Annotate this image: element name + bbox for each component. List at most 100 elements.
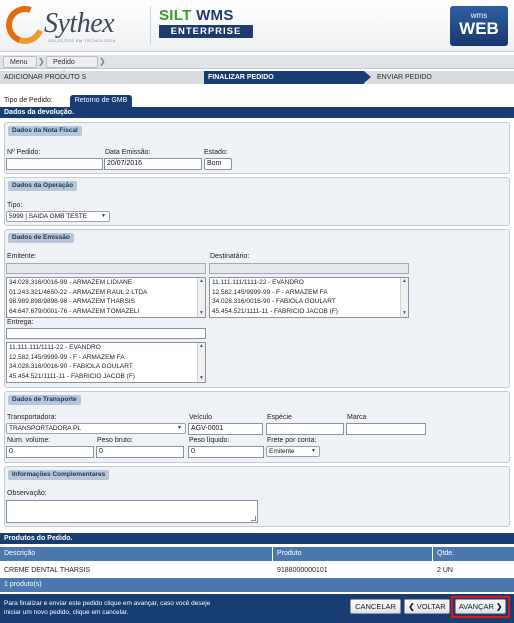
next-button-highlight [451, 596, 510, 618]
cancel-button[interactable]: CANCELAR [350, 599, 401, 614]
panel-operacao: Dados da Operação Tipo: 5999 | SAIDA GMB… [4, 177, 510, 226]
panel-title-operacao: Dados da Operação [8, 181, 78, 191]
frete-select-value: Emitente [269, 448, 295, 455]
list-item[interactable]: 45.454.521/1111-11 - FABRICIO JACOB (F) [7, 372, 205, 382]
chevron-right-icon: ❯ [99, 57, 106, 66]
transportadora-select[interactable]: TRANSPORTADORA PL ▼ [6, 423, 186, 434]
bottom-instructions: Para finalizar e enviar este pedido cliq… [4, 600, 211, 616]
entrega-label: Entrega: [7, 319, 34, 326]
volume-label: Num. volume: [7, 437, 51, 444]
destinatario-filter-input [209, 263, 409, 274]
estado-label: Estado: [204, 149, 228, 156]
list-item[interactable]: 34.028.316/0016-99 - ARMAZEM LIDIANE [7, 278, 205, 288]
peso-bruto-input[interactable]: 0 [96, 446, 184, 458]
cell-produto: 9188000000101 [277, 567, 328, 574]
table-row[interactable]: CREME DENTAL THARSIS 9188000000101 2 UN [0, 565, 514, 576]
enterprise-text: ENTERPRISE [159, 25, 253, 38]
peso-liquido-label: Peso líquido: [189, 437, 230, 444]
scrollbar[interactable]: ▲ ▼ [197, 343, 205, 382]
column-descricao[interactable]: Descrição [0, 547, 273, 561]
destinatario-listbox[interactable]: 11.111.111/1111-22 - EVANDRO 12.582.145/… [209, 277, 409, 318]
frete-select[interactable]: Emitente ▼ [266, 446, 320, 457]
veiculo-input[interactable]: AGV-0001 [188, 423, 263, 435]
chevron-left-icon: ❮ [408, 602, 415, 611]
especie-input[interactable] [266, 423, 344, 435]
list-item[interactable]: 34.028.316/0016-90 - FABIOLA GOULART [210, 297, 408, 307]
estado-select[interactable]: Bom [204, 158, 232, 170]
products-count: 1 produto(s) [0, 578, 514, 592]
scroll-down-icon[interactable]: ▼ [198, 310, 205, 317]
entrega-filter-input[interactable] [6, 328, 206, 339]
step-separator [197, 71, 204, 83]
list-item[interactable]: 34.028.316/0016-90 - FABIOLA GOULART [7, 362, 205, 372]
scroll-down-icon[interactable]: ▼ [401, 310, 408, 317]
data-emissao-input[interactable]: 20/07/2016 [104, 158, 202, 170]
cell-qtde: 2 UN [437, 567, 453, 574]
emitente-listbox[interactable]: 34.028.316/0016-99 - ARMAZEM LIDIANE 01.… [6, 277, 206, 318]
cell-descricao: CREME DENTAL THARSIS [4, 567, 91, 574]
scroll-up-icon[interactable]: ▲ [198, 343, 205, 350]
tab-retorno-gmb[interactable]: Retorno de GMB [70, 95, 132, 107]
especie-label: Espécie [267, 414, 292, 421]
bottom-action-bar: Para finalizar e enviar este pedido cliq… [0, 594, 514, 623]
scroll-up-icon[interactable]: ▲ [198, 278, 205, 285]
app-header: Sythex SOLUÇÕES EM TECNOLOGIA SILT WMS E… [0, 0, 514, 52]
breadcrumb-menu[interactable]: Menu [3, 56, 37, 68]
transportadora-label: Transportadora: [7, 414, 57, 421]
marca-input[interactable] [346, 423, 426, 435]
order-type-tabs: Tipo de Pedido: Retorno de GMB [0, 95, 514, 107]
column-produto[interactable]: Produto [273, 547, 433, 561]
panel-transporte: Dados de Transporte Transportadora: TRAN… [4, 391, 510, 463]
back-button[interactable]: ❮ VOLTAR [404, 599, 450, 614]
frete-label: Frete por conta: [267, 437, 317, 444]
veiculo-label: Veículo [189, 414, 212, 421]
panel-title-transporte: Dados de Transporte [8, 395, 81, 405]
web-big-text: WEB [459, 19, 499, 38]
sythex-tagline: SOLUÇÕES EM TECNOLOGIA [48, 38, 116, 43]
scrollbar[interactable]: ▲ ▼ [400, 278, 408, 317]
sythex-swoosh-icon [0, 0, 51, 51]
emitente-label: Emitente: [7, 253, 37, 260]
list-item[interactable]: 01.243.321/4650-22 - ARMAZEM RAUL 2 LTDA [7, 288, 205, 298]
header-divider [150, 6, 151, 44]
tipo-select[interactable]: 5999 | SAIDA GMB TESTE ▼ [6, 211, 110, 222]
list-item[interactable]: 45.454.521/1111-11 - FABRICIO JACOB (F) [210, 307, 408, 317]
scrollbar[interactable]: ▲ ▼ [197, 278, 205, 317]
volume-input[interactable]: 0 [6, 446, 94, 458]
scroll-down-icon[interactable]: ▼ [198, 375, 205, 382]
list-item[interactable]: 11.111.111/1111-22 - EVANDRO [210, 278, 408, 288]
numero-pedido-input[interactable] [6, 158, 103, 170]
breadcrumb-pedido-online[interactable]: Pedido Online [46, 56, 98, 78]
breadcrumb: Menu ❯ Pedido Online ❯ [0, 55, 514, 78]
dropdown-caret-icon: ▼ [101, 213, 106, 219]
peso-liquido-input[interactable]: 0 [188, 446, 264, 458]
data-emissao-label: Data Emissão: [105, 149, 151, 156]
step-adicionar-produtos: ADICIONAR PRODUTO S [4, 74, 87, 81]
silt-text: SILT [159, 7, 192, 24]
panel-title-complementares: Informações Complementares [8, 470, 110, 480]
dropdown-caret-icon: ▼ [177, 425, 182, 431]
tipo-label: Tipo: [7, 202, 23, 209]
numero-pedido-label: Nº Pedido: [7, 149, 41, 156]
transportadora-select-value: TRANSPORTADORA PL [9, 425, 81, 432]
list-item[interactable]: 11.111.111/1111-22 - EVANDRO [7, 343, 205, 353]
list-item[interactable]: 12.582.145/9999-99 - F - ARMAZEM FA [210, 288, 408, 298]
emitente-filter-input [6, 263, 206, 274]
list-item[interactable]: 64.647.679/0001-76 - ARMAZEM TOMAZELI [7, 307, 205, 317]
wms-text: WMS [196, 7, 234, 24]
destinatario-label: Destinatário: [210, 253, 250, 260]
step-finalizar-pedido: FINALIZAR PEDIDO [204, 71, 364, 84]
section-produtos-pedido: Produtos do Pedido. [0, 533, 514, 544]
entrega-listbox[interactable]: 11.111.111/1111-22 - EVANDRO 12.582.145/… [6, 342, 206, 383]
resize-handle-icon[interactable] [251, 516, 256, 521]
scroll-up-icon[interactable]: ▲ [401, 278, 408, 285]
list-item[interactable]: 98.989.898/9898-98 - ARMAZEM THARSIS [7, 297, 205, 307]
tipo-select-value: 5999 | SAIDA GMB TESTE [9, 213, 88, 220]
panel-nota-fiscal: Dados da Nota Fiscal Nº Pedido: Data Emi… [4, 122, 510, 174]
sythex-brand-text: Sythex [44, 8, 115, 39]
panel-complementares: Informações Complementares Observação: [4, 466, 510, 527]
observacao-textarea[interactable] [6, 500, 258, 523]
column-qtde[interactable]: Qtde. [433, 547, 514, 561]
list-item[interactable]: 12.582.145/9999-99 - F - ARMAZEM FA [7, 353, 205, 363]
panel-title-emissao: Dados de Emissão [8, 233, 74, 243]
